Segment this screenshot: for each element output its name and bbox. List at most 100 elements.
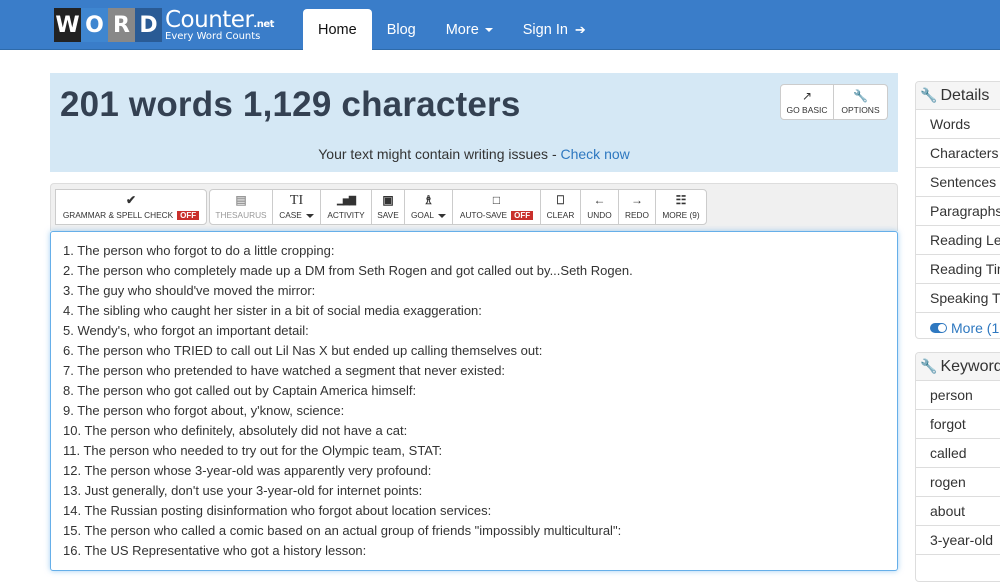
detail-row-words[interactable]: Words (916, 110, 1000, 139)
grammar-spell-check-button[interactable]: ✔ GRAMMAR & SPELL CHECK OFF (55, 189, 207, 225)
redo-button[interactable]: → REDO (618, 189, 656, 225)
keyword-row[interactable]: about (916, 497, 1000, 526)
editor-line: 5. Wendy's, who forgot an important deta… (63, 323, 309, 338)
case-label-text: CASE (279, 210, 302, 220)
caret-down-icon (484, 27, 493, 32)
caret-down-icon (438, 213, 447, 218)
checkmark-icon: ✔ (125, 193, 137, 207)
nav-blog[interactable]: Blog (372, 9, 431, 50)
logo-name: Counter.net (165, 6, 274, 33)
keyword-row[interactable]: person (916, 381, 1000, 410)
more-tools-label: MORE (9) (662, 210, 700, 220)
editor-line: 6. The person who TRIED to call out Lil … (63, 343, 543, 358)
go-basic-label: GO BASIC (786, 105, 828, 115)
thesaurus-label: THESAURUS (215, 210, 267, 220)
arrow-left-icon: ← (593, 193, 606, 207)
grammar-label-text: GRAMMAR & SPELL CHECK (62, 210, 174, 220)
auto-save-button[interactable]: □ AUTO-SAVE OFF (452, 189, 541, 225)
editor-line: 15. The person who called a comic based … (63, 523, 622, 538)
save-label: SAVE (377, 210, 399, 220)
goal-label: GOAL (411, 210, 447, 220)
editor-line: 7. The person who pretended to have watc… (63, 363, 506, 378)
editor-line: 16. The US Representative who got a hist… (63, 543, 367, 558)
logo-text: Counter.net Every Word Counts (165, 6, 274, 42)
editor-line: 14. The Russian posting disinformation w… (63, 503, 492, 518)
keyword-row[interactable]: forgot (916, 410, 1000, 439)
text-case-icon: TI (289, 193, 304, 208)
editor-line: 11. The person who needed to try out for… (63, 443, 443, 458)
nav-more-dropdown[interactable]: More (431, 9, 508, 50)
detail-row-reading-level[interactable]: Reading Level (916, 226, 1000, 255)
detail-row-sentences[interactable]: Sentences (916, 168, 1000, 197)
details-header: 🔧 Details (916, 82, 1000, 110)
details-panel: 🔧 Details Words Characters Sentences Par… (915, 81, 1000, 339)
grammar-off-badge: OFF (177, 211, 200, 220)
undo-button[interactable]: ← UNDO (580, 189, 619, 225)
more-tools-button[interactable]: ☷ MORE (9) (655, 189, 707, 225)
redo-label: REDO (625, 210, 649, 220)
trophy-icon: ♗ (423, 193, 434, 207)
check-now-link[interactable]: Check now (561, 146, 630, 162)
keyword-row[interactable]: 3-year-old (916, 526, 1000, 555)
detail-row-paragraphs[interactable]: Paragraphs (916, 197, 1000, 226)
view-options-group: ↗ GO BASIC 🔧 OPTIONS (780, 84, 888, 120)
auto-save-label: AUTO-SAVE OFF (460, 210, 534, 220)
nav-blog-label: Blog (386, 21, 416, 38)
clear-button[interactable]: ⎕ CLEAR (540, 189, 581, 225)
nav-sign-in-label: Sign In (522, 21, 568, 38)
wordcounter-logo[interactable]: W O R D Counter.net Every Word Counts (54, 8, 274, 42)
wrench-icon: 🔧 (920, 358, 938, 374)
options-label: OPTIONS (841, 105, 880, 115)
logo-name-text: Counter (165, 6, 254, 33)
logo-letter-w: W (54, 8, 81, 42)
nav-sign-in[interactable]: Sign In ➔ (508, 9, 601, 50)
case-dropdown-button[interactable]: TI CASE (272, 189, 321, 225)
editor-line: 1. The person who forgot to do a little … (63, 243, 335, 258)
editor-line: 3. The guy who should've moved the mirro… (63, 283, 316, 298)
editor-line: 4. The sibling who caught her sister in … (63, 303, 482, 318)
book-icon: ▤ (235, 193, 247, 207)
options-button[interactable]: 🔧 OPTIONS (834, 84, 888, 120)
caret-down-icon (305, 213, 314, 218)
writing-issues-text: Your text might contain writing issues - (318, 146, 561, 162)
writing-issues-note: Your text might contain writing issues -… (50, 146, 898, 162)
keyword-row[interactable]: called (916, 439, 1000, 468)
keywords-header: 🔧 Keywords (916, 353, 1000, 381)
nav-home[interactable]: Home (303, 9, 372, 50)
editor-line: 10. The person who definitely, absolutel… (63, 423, 408, 438)
details-more-label: More (1 (951, 319, 1000, 336)
thesaurus-button[interactable]: ▤ THESAURUS (209, 189, 273, 225)
details-title: Details (940, 86, 990, 104)
editor-toolbar: ✔ GRAMMAR & SPELL CHECK OFF ▤ THESAURUS T… (50, 183, 898, 231)
nav-home-label: Home (318, 21, 357, 38)
count-summary-panel: 201 words 1,129 characters ↗ GO BASIC 🔧 … (50, 73, 898, 172)
grammar-label: GRAMMAR & SPELL CHECK OFF (62, 210, 200, 220)
toggle-icon (930, 322, 947, 333)
details-more-toggle[interactable]: More (1 (916, 313, 1000, 338)
undo-label: UNDO (587, 210, 612, 220)
nav-more-label: More (445, 21, 479, 38)
detail-row-speaking-time[interactable]: Speaking Time (916, 284, 1000, 313)
auto-save-off-badge: OFF (511, 211, 534, 220)
logo-tld: .net (253, 18, 274, 30)
logo-letter-o: O (81, 8, 108, 42)
case-label: CASE (279, 210, 314, 220)
editor-line: 2. The person who completely made up a D… (63, 263, 633, 278)
activity-button[interactable]: ▁▅▇ ACTIVITY (320, 189, 372, 225)
editor-line: 12. The person whose 3-year-old was appa… (63, 463, 432, 478)
go-basic-button[interactable]: ↗ GO BASIC (780, 84, 834, 120)
detail-row-characters[interactable]: Characters (916, 139, 1000, 168)
editor-line: 13. Just generally, don't use your 3-yea… (63, 483, 423, 498)
trash-icon: ⎕ (556, 193, 565, 207)
keywords-panel: 🔧 Keywords person forgot called rogen ab… (915, 352, 1000, 582)
wrench-icon: 🔧 (853, 89, 868, 103)
logo-letter-r: R (108, 8, 135, 42)
keyword-row[interactable]: rogen (916, 468, 1000, 497)
goal-dropdown-button[interactable]: ♗ GOAL (404, 189, 453, 225)
text-editor[interactable]: 1. The person who forgot to do a little … (50, 231, 898, 571)
editor-line: 8. The person who got called out by Capt… (63, 383, 417, 398)
save-button[interactable]: ▣ SAVE (371, 189, 405, 225)
grid-icon: ☷ (675, 193, 687, 207)
detail-row-reading-time[interactable]: Reading Time (916, 255, 1000, 284)
logo-letter-d: D (135, 8, 162, 42)
